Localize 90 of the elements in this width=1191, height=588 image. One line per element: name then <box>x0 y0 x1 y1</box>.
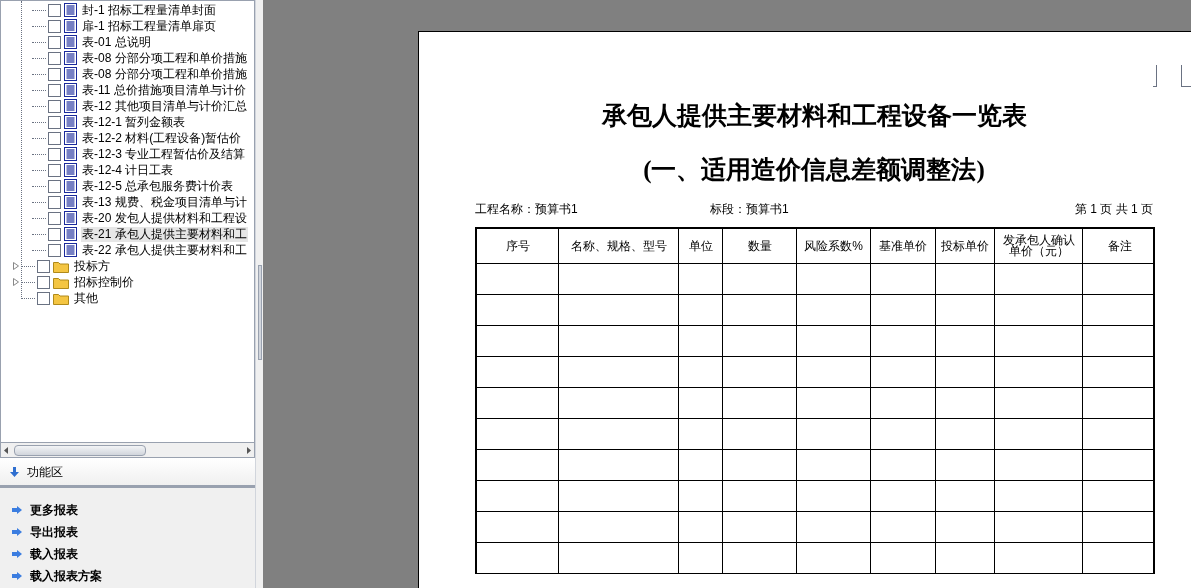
action-link[interactable]: 导出报表 <box>30 522 78 541</box>
checkbox[interactable] <box>48 131 61 145</box>
document-icon <box>64 131 77 145</box>
expand-arrow-icon[interactable] <box>13 278 19 286</box>
tree-item[interactable]: 表-08 分部分项工程和单价措施 <box>81 50 248 66</box>
tree-item[interactable]: 表-12-1 暂列金额表 <box>81 114 187 130</box>
scroll-left-icon[interactable] <box>4 446 8 454</box>
document-icon <box>64 99 77 113</box>
document-icon <box>64 35 77 49</box>
right-arrow-icon <box>12 527 22 536</box>
tree-item[interactable]: 表-21 承包人提供主要材料和工 <box>81 226 248 242</box>
folder-icon <box>53 259 69 273</box>
checkbox[interactable] <box>37 259 50 273</box>
section-name: 标段：预算书1 <box>710 201 790 218</box>
right-arrow-icon <box>12 571 22 580</box>
document-icon <box>64 147 77 161</box>
action-link[interactable]: 载入报表方案 <box>30 566 102 585</box>
document-icon <box>64 67 77 81</box>
tree-item[interactable]: 表-20 发包人提供材料和工程设 <box>81 210 248 226</box>
column-header: 数量 <box>746 240 773 252</box>
checkbox[interactable] <box>37 291 50 305</box>
expand-arrow-icon[interactable] <box>13 262 19 270</box>
document-icon <box>64 115 77 129</box>
column-header: 风险系数% <box>803 240 864 252</box>
document-icon <box>64 243 77 257</box>
action-link[interactable]: 载入报表 <box>30 544 78 563</box>
checkbox[interactable] <box>48 99 61 113</box>
folder-icon <box>53 291 69 305</box>
right-arrow-icon <box>12 549 22 558</box>
checkbox[interactable] <box>48 35 61 49</box>
report-title: 承包人提供主要材料和工程设备一览表 <box>601 101 1027 131</box>
document-icon <box>64 19 77 33</box>
tree-item[interactable]: 表-12-5 总承包服务费计价表 <box>81 178 235 194</box>
checkbox[interactable] <box>48 227 61 241</box>
checkbox[interactable] <box>48 211 61 225</box>
column-header: 备注 <box>1106 240 1133 252</box>
project-name: 工程名称：预算书1 <box>475 201 579 218</box>
tree-item[interactable]: 表-12-3 专业工程暂估价及结算 <box>81 146 247 162</box>
tree-item[interactable]: 其他 <box>73 290 99 306</box>
splitter-handle[interactable] <box>257 265 262 360</box>
page-number: 第 1 页 共 1 页 <box>1074 201 1153 218</box>
checkbox[interactable] <box>48 243 61 257</box>
column-header: 名称、规格、型号 <box>569 240 668 252</box>
checkbox[interactable] <box>48 51 61 65</box>
column-header: 投标单价 <box>940 240 990 252</box>
tree-item[interactable]: 招标控制价 <box>73 274 135 290</box>
folder-icon <box>53 275 69 289</box>
action-link[interactable]: 更多报表 <box>30 500 78 519</box>
checkbox[interactable] <box>48 83 61 97</box>
tree-item[interactable]: 表-13 规费、税金项目清单与计 <box>81 194 248 210</box>
checkbox[interactable] <box>37 275 50 289</box>
tree-item[interactable]: 投标方 <box>73 258 111 274</box>
column-header: 序号 <box>504 240 531 252</box>
tree-item[interactable]: 表-12-4 计日工表 <box>81 162 175 178</box>
tree-item[interactable]: 表-12 其他项目清单与计价汇总 <box>81 98 248 114</box>
document-icon <box>64 3 77 17</box>
tree-item[interactable]: 表-08 分部分项工程和单价措施 <box>81 66 248 82</box>
report-subtitle: (一、适用造价信息差额调整法) <box>643 155 985 186</box>
document-icon <box>64 227 77 241</box>
document-icon <box>64 211 77 225</box>
tree-item[interactable]: 表-12-2 材料(工程设备)暂估价 <box>81 130 243 146</box>
checkbox[interactable] <box>48 67 61 81</box>
column-header: 发承包人确认单价（元） <box>1001 235 1076 257</box>
crop-mark <box>1153 65 1157 87</box>
panel-title: 功能区 <box>27 463 63 481</box>
column-header: 单位 <box>687 240 714 252</box>
checkbox[interactable] <box>48 3 61 17</box>
document-icon <box>64 83 77 97</box>
document-icon <box>64 195 77 209</box>
checkbox[interactable] <box>48 179 61 193</box>
tree-item[interactable]: 表-22 承包人提供主要材料和工 <box>81 242 248 258</box>
checkbox[interactable] <box>48 163 61 177</box>
document-icon <box>64 51 77 65</box>
document-icon <box>64 163 77 177</box>
horizontal-scrollbar[interactable] <box>0 443 255 458</box>
tree-item[interactable]: 扉-1 招标工程量清单扉页 <box>81 18 217 34</box>
document-icon <box>64 179 77 193</box>
down-arrow-icon <box>10 466 19 477</box>
tree-item[interactable]: 封-1 招标工程量清单封面 <box>81 2 217 18</box>
checkbox[interactable] <box>48 19 61 33</box>
checkbox[interactable] <box>48 115 61 129</box>
right-arrow-icon <box>12 505 22 514</box>
scrollbar-thumb[interactable] <box>14 444 146 456</box>
checkbox[interactable] <box>48 195 61 209</box>
scroll-right-icon[interactable] <box>247 446 251 454</box>
tree-item[interactable]: 表-11 总价措施项目清单与计价 <box>81 82 247 98</box>
panel-header[interactable]: 功能区 <box>0 458 255 488</box>
tree-item[interactable]: 表-01 总说明 <box>81 34 152 50</box>
checkbox[interactable] <box>48 147 61 161</box>
column-header: 基准单价 <box>878 240 928 252</box>
